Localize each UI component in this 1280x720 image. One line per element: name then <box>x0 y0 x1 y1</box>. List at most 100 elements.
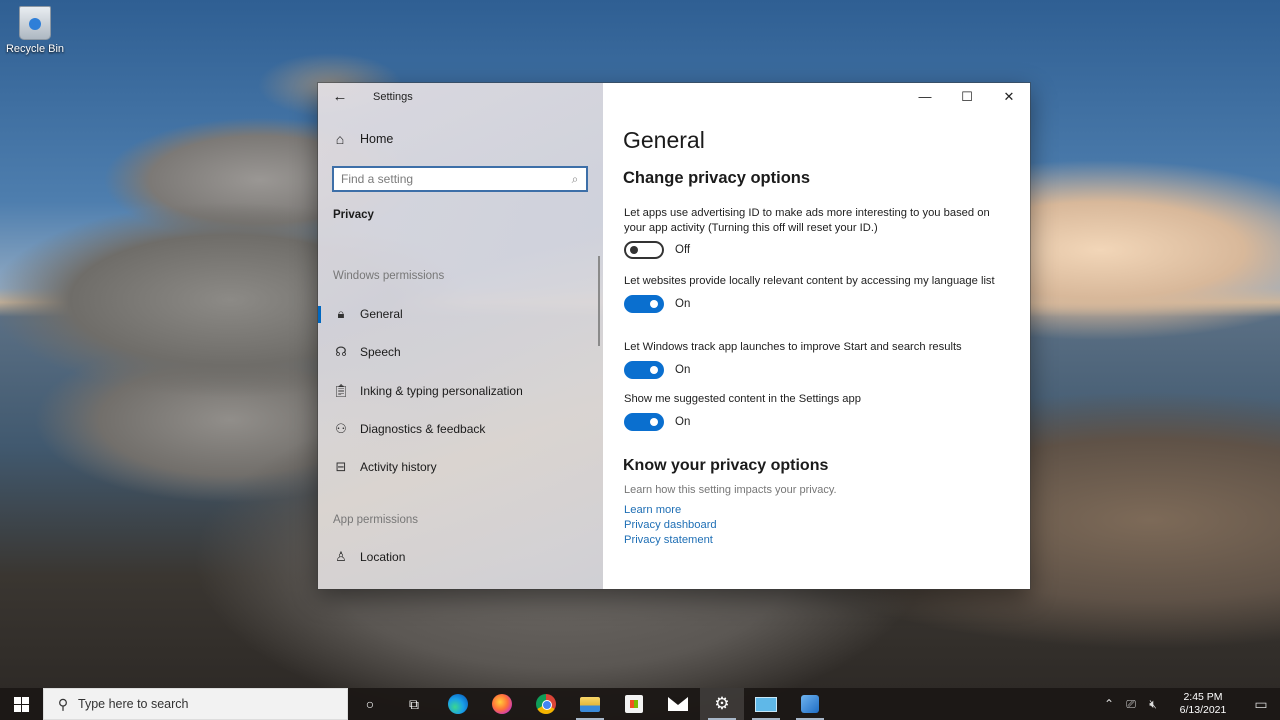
nav-home[interactable]: ⌂ Home <box>332 131 394 147</box>
clock-time: 2:45 PM <box>1183 691 1223 703</box>
title-bar[interactable]: ← Settings <box>318 83 603 111</box>
chevron-up-icon[interactable]: ⌃ <box>1098 697 1120 711</box>
start-button[interactable] <box>0 688 43 720</box>
notification-center-icon[interactable]: ▭ <box>1242 696 1280 713</box>
toggle-state-label: On <box>675 297 691 310</box>
settings-nav-pane: ← Settings ⌂ Home ⌕ Privacy Windows perm… <box>318 83 603 589</box>
edge-icon <box>448 694 468 714</box>
desktop-icon-label: Recycle Bin <box>5 43 65 55</box>
close-icon: ✕ <box>1003 89 1015 104</box>
clock[interactable]: 2:45 PM 6/13/2021 <box>1168 691 1238 717</box>
speech-icon: ☊ <box>335 344 347 359</box>
taskbar-search-box[interactable]: ⚲ Type here to search <box>43 688 348 720</box>
nav-scrollbar[interactable] <box>598 256 600 346</box>
taskbar-app-vs-installer[interactable] <box>788 688 832 720</box>
toggle-knob <box>650 417 658 426</box>
recycle-bin-icon <box>19 6 51 40</box>
chrome-icon <box>536 694 556 714</box>
maximize-button[interactable]: ☐ <box>946 83 988 111</box>
nav-item-speech[interactable]: ☊ Speech <box>318 337 588 367</box>
volume-muted-icon[interactable]: 🔇︎ <box>1142 697 1164 712</box>
taskbar-app-file-explorer[interactable] <box>568 688 612 720</box>
remote-desktop-icon <box>755 696 777 712</box>
taskbar-app-remote-desktop[interactable] <box>744 688 788 720</box>
taskbar-app-settings[interactable]: ⚙ <box>700 688 744 720</box>
taskbar-app-firefox[interactable] <box>480 688 524 720</box>
find-setting-search[interactable]: ⌕ <box>332 166 588 192</box>
nav-item-label: Activity history <box>360 460 437 474</box>
activity-history-icon: ⊟ <box>335 459 347 474</box>
setting-description: Let Windows track app launches to improv… <box>624 341 962 353</box>
section-heading: Change privacy options <box>623 169 811 187</box>
clipboard-icon: 📋︎ <box>332 383 350 398</box>
page-title: General <box>623 127 705 153</box>
taskbar-search-placeholder: Type here to search <box>78 697 189 711</box>
setting-language-list: Let websites provide locally relevant co… <box>624 274 1004 313</box>
settings-window: ← Settings ⌂ Home ⌕ Privacy Windows perm… <box>318 83 1030 589</box>
nav-home-label: Home <box>360 132 394 146</box>
nav-item-label: Location <box>360 550 406 564</box>
privacy-statement-link[interactable]: Privacy statement <box>624 534 713 546</box>
setting-description: Let websites provide locally relevant co… <box>624 275 995 287</box>
know-privacy-heading: Know your privacy options <box>623 457 829 474</box>
setting-advertising-id: Let apps use advertising ID to make ads … <box>624 206 1004 259</box>
toggle-knob <box>650 299 658 308</box>
search-icon[interactable]: ⌕ <box>564 172 586 187</box>
taskbar-app-store[interactable] <box>612 688 656 720</box>
group-label-windows-permissions: Windows permissions <box>333 270 445 282</box>
system-tray: ⌃ ⎚ 🔇︎ 2:45 PM 6/13/2021 ▭ <box>1098 688 1280 720</box>
setting-description: Show me suggested content in the Setting… <box>624 393 861 405</box>
vs-installer-icon <box>801 695 819 713</box>
nav-item-label: Inking & typing personalization <box>360 384 523 398</box>
store-icon <box>625 695 643 713</box>
nav-item-inking-typing[interactable]: 📋︎ Inking & typing personalization <box>318 376 588 406</box>
nav-item-label: Speech <box>360 345 401 359</box>
know-privacy-description: Learn how this setting impacts your priv… <box>624 484 837 496</box>
toggle-knob <box>650 365 658 374</box>
task-view-button[interactable]: ⧉ <box>392 688 436 720</box>
toggle-state-label: On <box>675 363 691 376</box>
minimize-button[interactable]: — <box>904 83 946 111</box>
cortana-button[interactable]: ○ <box>348 688 392 720</box>
setting-track-app-launches: Let Windows track app launches to improv… <box>624 340 1004 379</box>
feedback-icon: ⚇ <box>335 421 347 436</box>
track-app-launches-toggle[interactable] <box>624 360 664 379</box>
app-title: Settings <box>373 91 413 103</box>
task-view-icon: ⧉ <box>409 695 419 712</box>
minimize-icon: — <box>918 89 932 104</box>
find-setting-input[interactable] <box>334 172 564 186</box>
nav-item-diagnostics-feedback[interactable]: ⚇ Diagnostics & feedback <box>318 414 588 444</box>
suggested-content-toggle[interactable] <box>624 412 664 431</box>
taskbar-app-edge[interactable] <box>436 688 480 720</box>
close-button[interactable]: ✕ <box>988 83 1030 111</box>
nav-item-label: Diagnostics & feedback <box>360 422 486 436</box>
setting-description: Let apps use advertising ID to make ads … <box>624 207 990 234</box>
toggle-state-label: Off <box>675 244 691 256</box>
firefox-icon <box>492 694 512 714</box>
nav-item-label: General <box>360 307 403 321</box>
mail-icon <box>668 697 688 711</box>
network-icon[interactable]: ⎚ <box>1120 697 1142 712</box>
cortana-icon: ○ <box>365 696 375 712</box>
taskbar-app-chrome[interactable] <box>524 688 568 720</box>
nav-item-location[interactable]: ♙ Location <box>318 542 588 572</box>
taskbar-app-mail[interactable] <box>656 688 700 720</box>
privacy-dashboard-link[interactable]: Privacy dashboard <box>624 519 717 531</box>
nav-item-activity-history[interactable]: ⊟ Activity history <box>318 452 588 482</box>
desktop-icon-recycle-bin[interactable]: Recycle Bin <box>4 4 66 55</box>
home-icon: ⌂ <box>335 131 345 147</box>
windows-logo-icon <box>14 696 29 712</box>
group-label-app-permissions: App permissions <box>333 514 419 526</box>
advertising-id-toggle[interactable] <box>624 241 664 259</box>
maximize-icon: ☐ <box>961 89 973 104</box>
back-arrow-icon: ← <box>332 88 348 105</box>
back-button[interactable]: ← <box>330 87 350 107</box>
nav-section-title: Privacy <box>333 209 374 221</box>
window-controls: — ☐ ✕ <box>904 83 1030 111</box>
setting-suggested-content: Show me suggested content in the Setting… <box>624 392 1004 431</box>
nav-item-general[interactable]: 🔒︎ General <box>318 299 588 329</box>
settings-content-pane: — ☐ ✕ General Change privacy options Let… <box>603 83 1030 589</box>
search-icon: ⚲ <box>57 695 69 712</box>
learn-more-link[interactable]: Learn more <box>624 504 681 516</box>
language-list-toggle[interactable] <box>624 294 664 313</box>
